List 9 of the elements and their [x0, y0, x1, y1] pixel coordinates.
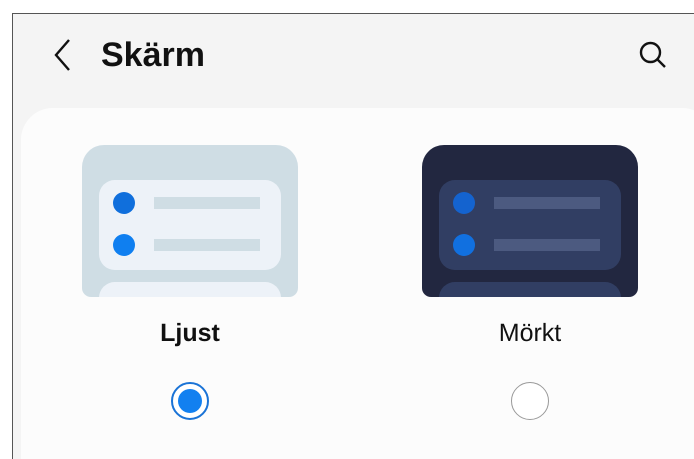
- radio-button[interactable]: [171, 382, 209, 420]
- search-icon[interactable]: [638, 40, 668, 70]
- theme-label: Mörkt: [498, 319, 562, 348]
- page-title: Skärm: [101, 36, 206, 74]
- theme-label: Ljust: [160, 319, 220, 348]
- theme-preview[interactable]: [82, 145, 298, 297]
- theme-preview[interactable]: [422, 145, 638, 297]
- back-icon[interactable]: [53, 38, 73, 72]
- radio-button[interactable]: [511, 382, 549, 420]
